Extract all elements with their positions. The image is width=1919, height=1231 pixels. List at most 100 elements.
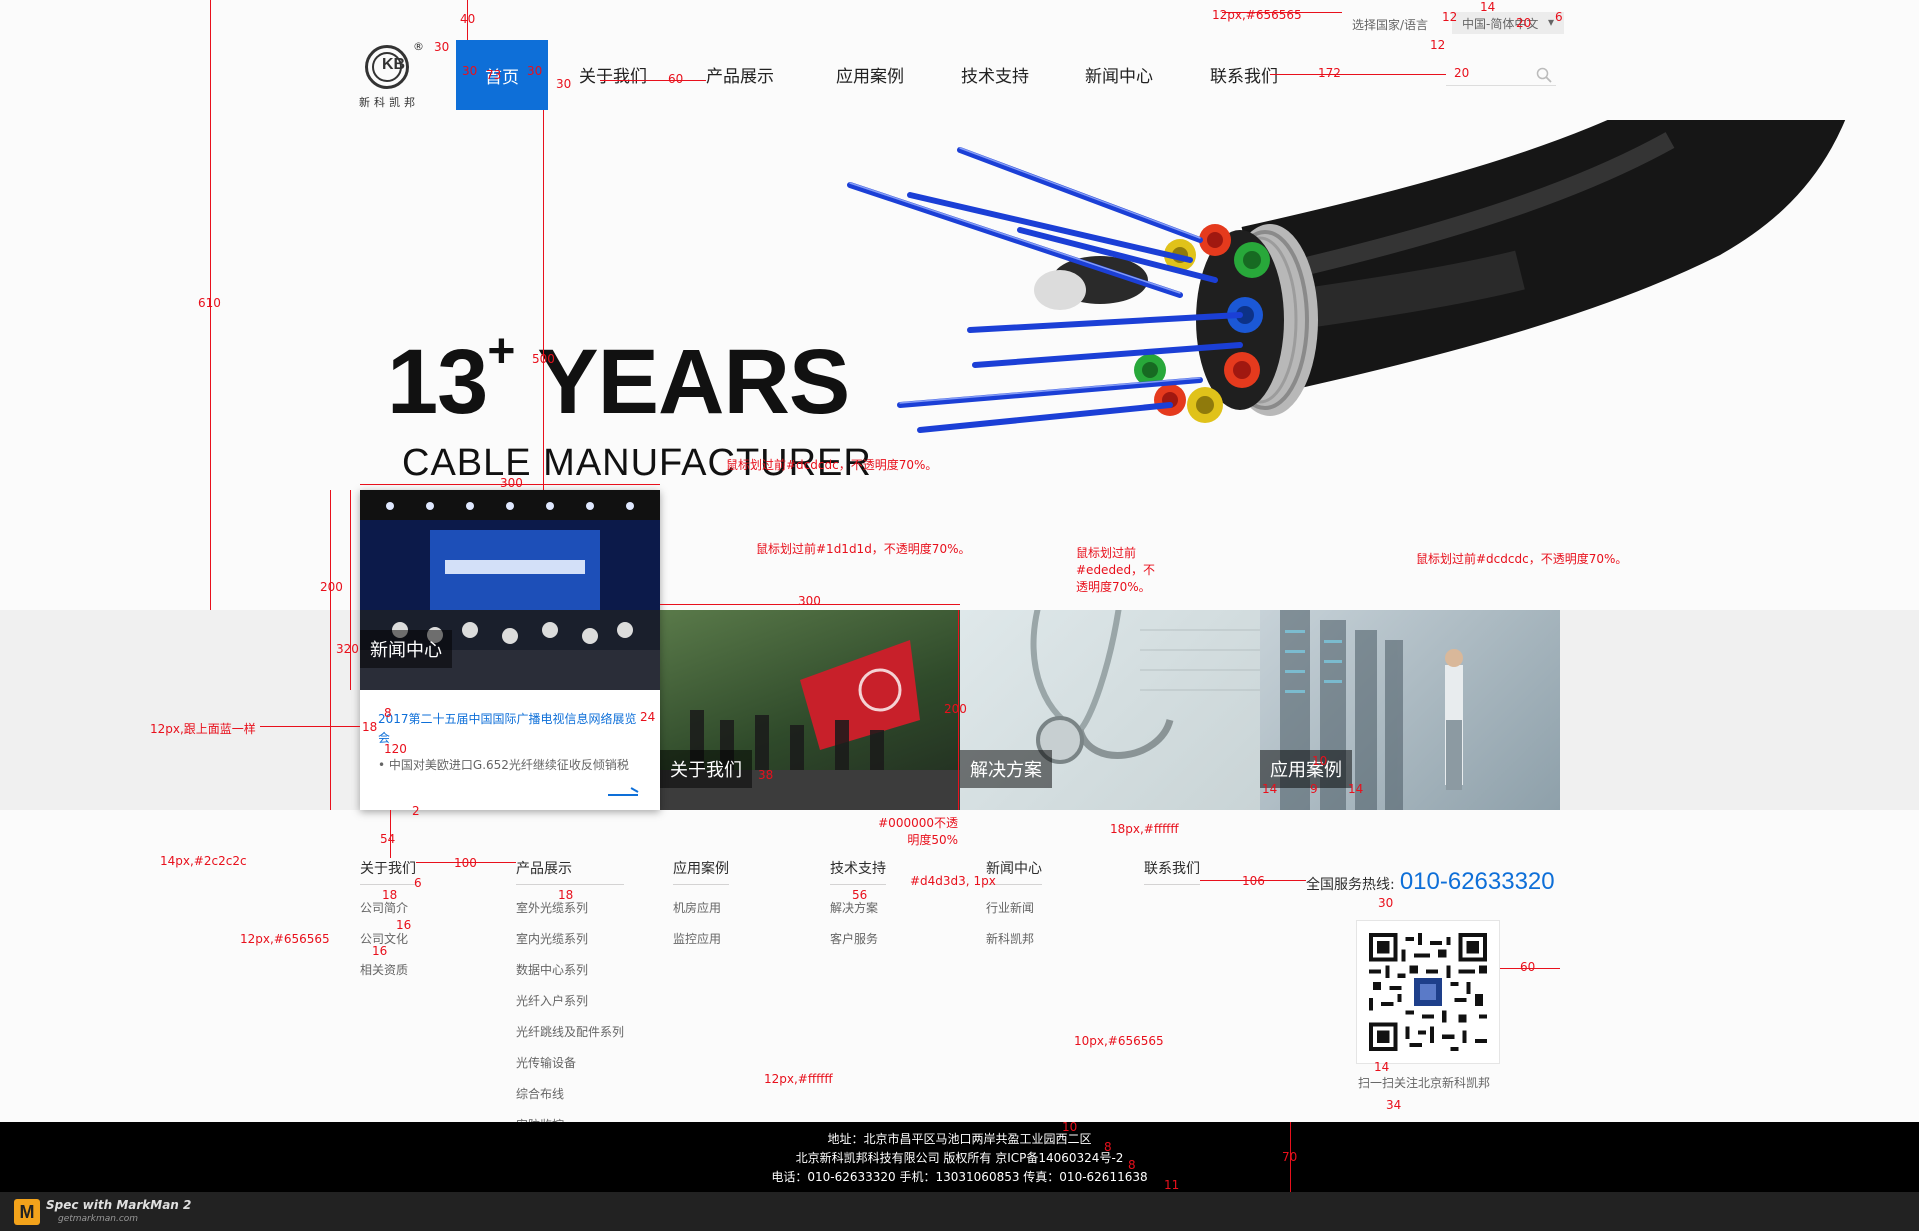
footer-link[interactable]: 相关资质 <box>360 961 416 978</box>
tile-solutions[interactable]: 解决方案 <box>960 610 1260 810</box>
annotation: 60 <box>668 72 684 86</box>
annotation: 300 <box>798 594 821 608</box>
dimension-line <box>350 490 351 690</box>
footer-link[interactable]: 新科凯邦 <box>986 930 1042 947</box>
tile-cases[interactable]: 应用案例 <box>1260 610 1560 810</box>
footer-link[interactable]: 光纤入户系列 <box>516 992 624 1009</box>
annotation: 500 <box>532 352 555 366</box>
annotation: 12 <box>1442 10 1458 24</box>
markman-text: Spec with MarkMan 2 <box>46 1198 192 1212</box>
hero-plus: + <box>487 325 515 378</box>
hero-years-number: 13 <box>387 331 488 433</box>
annotation: 18 <box>382 888 398 902</box>
news-list: 2017第二十五届中国国际广播电视信息网络展览会 • 中国对美欧进口G.652光… <box>378 710 646 773</box>
dimension-line <box>260 726 360 727</box>
annotation: 106 <box>1242 874 1265 888</box>
news-item[interactable]: 2017第二十五届中国国际广播电视信息网络展览会 <box>378 710 646 748</box>
fiber-cable-illustration <box>847 120 1846 433</box>
annotation: 14 <box>1480 0 1496 14</box>
nav-about[interactable]: 关于我们 <box>579 62 647 87</box>
footer-link[interactable]: 光传输设备 <box>516 1054 624 1071</box>
footer-link[interactable]: 室内光缆系列 <box>516 930 624 947</box>
hotline-label: 全国服务热线: <box>1306 877 1395 893</box>
footer-link[interactable]: 公司文化 <box>360 930 416 947</box>
nav-news[interactable]: 新闻中心 <box>1085 62 1153 87</box>
annotation: 300 <box>500 476 523 490</box>
annotation: 70 <box>1282 1150 1298 1164</box>
nav-support[interactable]: 技术支持 <box>961 62 1029 87</box>
tile-about-label: 关于我们 <box>660 750 752 788</box>
annotation: 12px,跟上面蓝一样 <box>150 722 256 736</box>
hotline-number[interactable]: 010-62633320 <box>1400 868 1555 895</box>
news-card[interactable]: 新闻中心 2017第二十五届中国国际广播电视信息网络展览会 • 中国对美欧进口G… <box>360 490 660 810</box>
annotation: 8 <box>384 706 392 720</box>
footer-copyright: 北京新科凯邦科技有限公司 版权所有 京ICP备14060324号-2 <box>795 1151 1124 1165</box>
annotation: 54 <box>380 832 396 846</box>
annotation: 2 <box>412 804 420 818</box>
annotation: 12px,#656565 <box>1212 8 1302 22</box>
footer-link[interactable]: 行业新闻 <box>986 899 1042 916</box>
annotation: 20 <box>1454 66 1470 80</box>
annotation: 8 <box>1104 1140 1112 1154</box>
annotation: 鼠标划过前#dcdcdc，不透明度70%。 <box>1416 552 1628 566</box>
footer-address: 地址：北京市昌平区马池口两岸共盈工业园西二区 <box>827 1132 1092 1146</box>
annotation: 11 <box>1164 1178 1180 1192</box>
search-icon[interactable] <box>1536 67 1552 83</box>
footer-link[interactable]: 综合布线 <box>516 1085 624 1102</box>
news-image-label: 新闻中心 <box>360 630 452 668</box>
annotation: 30 <box>556 77 572 91</box>
hotline: 全国服务热线: 010-62633320 <box>1306 868 1555 896</box>
annotation: 鼠标划过前#ededed，不透明度70%。 <box>1076 546 1156 594</box>
annotation: 14 <box>1374 1060 1390 1074</box>
annotation: 8 <box>1128 1158 1136 1172</box>
annotation: 73 <box>486 68 502 82</box>
annotation: 14 <box>1348 782 1364 796</box>
footer-col-title: 技术支持 <box>830 858 886 885</box>
arrow-right-icon[interactable] <box>608 794 638 796</box>
annotation: 200 <box>944 702 967 716</box>
footer-link[interactable]: 光纤跳线及配件系列 <box>516 1023 624 1040</box>
registered-mark: ® <box>413 40 424 53</box>
annotation: 10 <box>1062 1120 1078 1134</box>
footer-col-title[interactable]: 联系我们 <box>1144 858 1200 885</box>
logo-mark: KB <box>382 56 406 73</box>
hero-years-word: YEARS <box>514 331 850 433</box>
news-image[interactable]: 新闻中心 <box>360 490 660 690</box>
language-label: 选择国家/语言 <box>1352 18 1429 32</box>
annotation: 6 <box>1555 10 1563 24</box>
annotation: 38 <box>758 768 774 782</box>
footer-col-title: 关于我们 <box>360 858 416 885</box>
footer-link[interactable]: 客户服务 <box>830 930 886 947</box>
footer-link[interactable]: 机房应用 <box>673 899 729 916</box>
site-header: KB ® 新科凯邦 首页 关于我们 产品展示 应用案例 技术支持 新闻中心 联系… <box>0 0 1919 120</box>
annotation: 172 <box>1318 66 1341 80</box>
annotation: 9 <box>1310 782 1318 796</box>
markman-bar: M Spec with MarkMan 2 getmarkman.com <box>0 1192 1919 1231</box>
annotation: 12 <box>1430 38 1446 52</box>
footer-link[interactable]: 数据中心系列 <box>516 961 624 978</box>
annotation: 120 <box>384 742 407 756</box>
annotation: #000000不透明度50% <box>878 816 958 847</box>
nav-contact[interactable]: 联系我们 <box>1210 62 1278 87</box>
language-select[interactable]: 中国-简体中文 ▾ <box>1452 12 1564 34</box>
annotation: 20 <box>1516 16 1532 30</box>
footer-col-news: 新闻中心 行业新闻 新科凯邦 <box>986 858 1042 947</box>
annotation: 18 <box>362 720 378 734</box>
footer-link[interactable]: 监控应用 <box>673 930 729 947</box>
annotation: 16 <box>372 944 388 958</box>
site-logo[interactable]: KB ® 新科凯邦 <box>355 40 430 110</box>
annotation: 320 <box>336 642 359 656</box>
nav-products[interactable]: 产品展示 <box>706 62 774 87</box>
footer-bar: 地址：北京市昌平区马池口两岸共盈工业园西二区 北京新科凯邦科技有限公司 版权所有… <box>0 1122 1919 1192</box>
tile-about[interactable]: 关于我们 <box>660 610 960 810</box>
nav-cases[interactable]: 应用案例 <box>836 62 904 87</box>
markman-logo-icon: M <box>14 1199 40 1225</box>
footer-col-contact: 联系我们 <box>1144 858 1200 885</box>
footer-col-title: 产品展示 <box>516 858 625 885</box>
footer-col-title: 应用案例 <box>673 858 729 885</box>
news-item[interactable]: • 中国对美欧进口G.652光纤继续征收反倾销税 <box>378 756 646 773</box>
annotation: 100 <box>454 856 477 870</box>
annotation: 610 <box>198 296 221 310</box>
footer-contact: 电话：010-62633320 手机：13031060853 传真：010-62… <box>771 1170 1148 1184</box>
annotation: 6 <box>414 876 422 890</box>
